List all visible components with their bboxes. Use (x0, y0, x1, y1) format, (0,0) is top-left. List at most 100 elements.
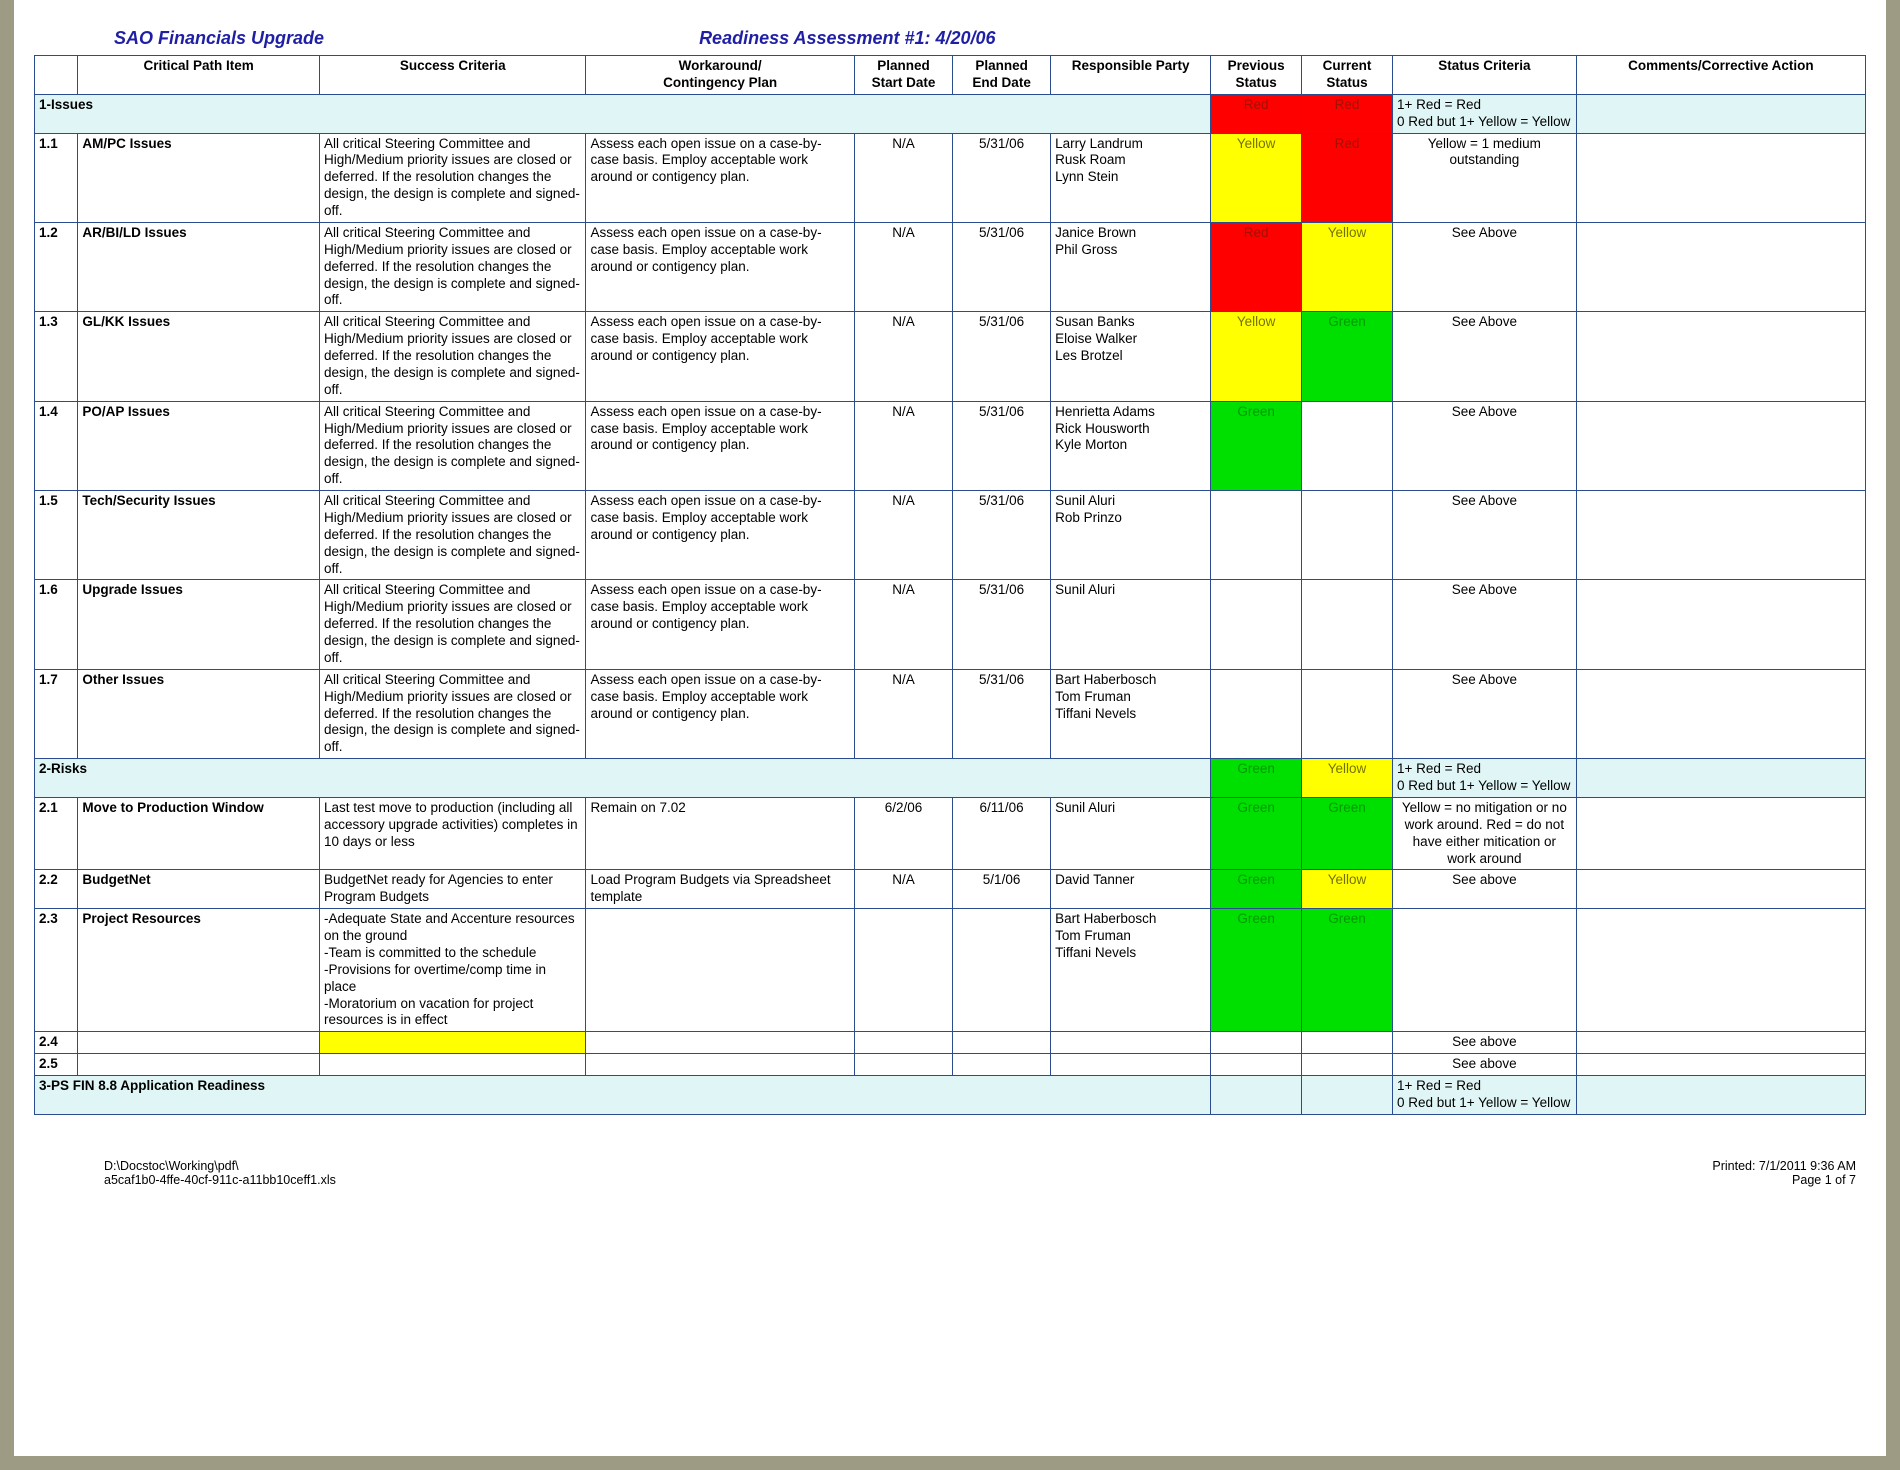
row-end-date: 5/31/06 (953, 222, 1051, 311)
row-start-date: N/A (854, 133, 952, 222)
section-status-cell (1302, 1076, 1393, 1115)
document-title: Readiness Assessment #1: 4/20/06 (699, 28, 996, 49)
row-responsible: Janice Brown Phil Gross (1051, 222, 1211, 311)
row-start-date (854, 909, 952, 1032)
row-start-date (854, 1032, 952, 1054)
row-end-date: 6/11/06 (953, 797, 1051, 870)
row-workaround (586, 1054, 855, 1076)
section-status-criteria: 1+ Red = Red 0 Red but 1+ Yellow = Yello… (1392, 1076, 1576, 1115)
row-start-date: N/A (854, 401, 952, 490)
row-success-criteria (320, 1054, 586, 1076)
table-row: 1.7Other IssuesAll critical Steering Com… (35, 669, 1866, 758)
row-workaround: Assess each open issue on a case-by-case… (586, 491, 855, 580)
section-status-cell: Red (1302, 94, 1393, 133)
status-cell (1211, 1032, 1302, 1054)
row-index: 1.2 (35, 222, 78, 311)
row-responsible (1051, 1032, 1211, 1054)
row-start-date: N/A (854, 870, 952, 909)
section-label: 2-Risks (35, 759, 1211, 798)
row-success-criteria: All critical Steering Committee and High… (320, 669, 586, 758)
readiness-table: Critical Path Item Success Criteria Work… (34, 55, 1866, 1115)
status-cell: Green (1211, 870, 1302, 909)
section-status-cell: Green (1211, 759, 1302, 798)
header-row: SAO Financials Upgrade Readiness Assessm… (34, 28, 1866, 49)
row-index: 2.3 (35, 909, 78, 1032)
row-index: 2.5 (35, 1054, 78, 1076)
row-success-criteria: All critical Steering Committee and High… (320, 133, 586, 222)
status-cell: Green (1211, 797, 1302, 870)
row-index: 1.7 (35, 669, 78, 758)
row-start-date: N/A (854, 222, 952, 311)
row-end-date (953, 1032, 1051, 1054)
row-status-criteria: See above (1392, 870, 1576, 909)
row-start-date: 6/2/06 (854, 797, 952, 870)
footer-printed: Printed: 7/1/2011 9:36 AM (1712, 1159, 1856, 1173)
status-cell (1211, 491, 1302, 580)
row-start-date: N/A (854, 491, 952, 580)
col-workaround: Workaround/ Contingency Plan (586, 56, 855, 95)
row-index: 1.3 (35, 312, 78, 401)
row-status-criteria: See Above (1392, 222, 1576, 311)
row-status-criteria: See Above (1392, 491, 1576, 580)
row-end-date: 5/31/06 (953, 669, 1051, 758)
status-cell (1302, 669, 1393, 758)
status-cell: Green (1302, 909, 1393, 1032)
row-index: 1.1 (35, 133, 78, 222)
status-cell: Red (1302, 133, 1393, 222)
row-success-criteria: Last test move to production (including … (320, 797, 586, 870)
row-end-date (953, 909, 1051, 1032)
col-status-criteria: Status Criteria (1392, 56, 1576, 95)
col-start-date: Planned Start Date (854, 56, 952, 95)
row-responsible: Henrietta Adams Rick Housworth Kyle Mort… (1051, 401, 1211, 490)
section-status-cell: Yellow (1302, 759, 1393, 798)
row-status-criteria: See Above (1392, 669, 1576, 758)
row-item: Move to Production Window (78, 797, 320, 870)
row-success-criteria (320, 1032, 586, 1054)
row-responsible: Larry Landrum Rusk Roam Lynn Stein (1051, 133, 1211, 222)
col-end-date: Planned End Date (953, 56, 1051, 95)
row-responsible: Bart Haberbosch Tom Fruman Tiffani Nevel… (1051, 909, 1211, 1032)
row-index: 2.1 (35, 797, 78, 870)
section-row: 3-PS FIN 8.8 Application Readiness 1+ Red… (35, 1076, 1866, 1115)
status-cell (1302, 580, 1393, 669)
row-workaround: Remain on 7.02 (586, 797, 855, 870)
row-end-date: 5/31/06 (953, 401, 1051, 490)
section-status-cell (1211, 1076, 1302, 1115)
row-item: AM/PC Issues (78, 133, 320, 222)
table-row: 1.5Tech/Security IssuesAll critical Stee… (35, 491, 1866, 580)
row-workaround: Assess each open issue on a case-by-case… (586, 669, 855, 758)
table-row: 2.3Project Resources-Adequate State and … (35, 909, 1866, 1032)
footer-page: Page 1 of 7 (1712, 1173, 1856, 1187)
row-comments (1576, 909, 1865, 1032)
row-success-criteria: All critical Steering Committee and High… (320, 401, 586, 490)
status-cell: Yellow (1211, 133, 1302, 222)
row-responsible: Susan Banks Eloise Walker Les Brotzel (1051, 312, 1211, 401)
status-cell: Yellow (1211, 312, 1302, 401)
section-label: 3-PS FIN 8.8 Application Readiness (35, 1076, 1211, 1115)
footer-path: D:\Docstoc\Working\pdf\ (104, 1159, 336, 1173)
row-item (78, 1054, 320, 1076)
status-cell: Green (1211, 909, 1302, 1032)
row-success-criteria: All critical Steering Committee and High… (320, 491, 586, 580)
row-status-criteria: See above (1392, 1054, 1576, 1076)
row-comments (1576, 222, 1865, 311)
row-comments (1576, 797, 1865, 870)
row-start-date (854, 1054, 952, 1076)
status-cell: Red (1211, 222, 1302, 311)
row-item: Tech/Security Issues (78, 491, 320, 580)
table-row: 2.2BudgetNetBudgetNet ready for Agencies… (35, 870, 1866, 909)
row-workaround (586, 1032, 855, 1054)
row-workaround: Assess each open issue on a case-by-case… (586, 401, 855, 490)
row-status-criteria: Yellow = 1 medium outstanding (1392, 133, 1576, 222)
table-row: 1.3GL/KK IssuesAll critical Steering Com… (35, 312, 1866, 401)
row-end-date: 5/31/06 (953, 580, 1051, 669)
row-responsible: Sunil Aluri (1051, 580, 1211, 669)
row-comments (1576, 491, 1865, 580)
section-status-criteria: 1+ Red = Red 0 Red but 1+ Yellow = Yello… (1392, 759, 1576, 798)
status-cell (1211, 669, 1302, 758)
row-index: 2.4 (35, 1032, 78, 1054)
section-status-criteria: 1+ Red = Red 0 Red but 1+ Yellow = Yello… (1392, 94, 1576, 133)
status-cell (1302, 401, 1393, 490)
table-row: 1.1AM/PC IssuesAll critical Steering Com… (35, 133, 1866, 222)
status-cell (1211, 580, 1302, 669)
